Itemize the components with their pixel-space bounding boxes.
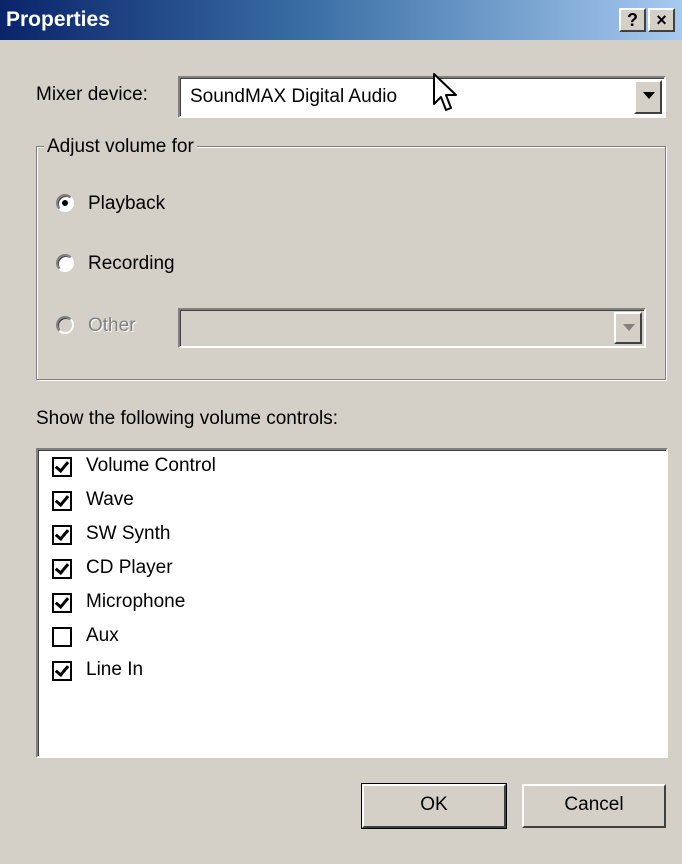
volume-controls-label: Show the following volume controls:: [36, 408, 339, 429]
other-device-select[interactable]: [178, 308, 646, 348]
list-item-label: Volume Control: [86, 455, 216, 476]
mixer-device-value: SoundMAX Digital Audio: [190, 86, 398, 107]
list-item-label: Aux: [86, 625, 119, 646]
other-device-dropdown-button[interactable]: [614, 312, 642, 344]
line-in-checkbox[interactable]: [52, 661, 72, 681]
mouse-cursor-icon: [433, 73, 457, 111]
chevron-down-icon: [623, 324, 635, 331]
aux-checkbox[interactable]: [52, 627, 72, 647]
list-item-label: CD Player: [86, 557, 173, 578]
mixer-device-label: Mixer device:: [36, 84, 148, 105]
cancel-button[interactable]: Cancel: [522, 784, 666, 828]
playback-radio[interactable]: [56, 194, 74, 212]
other-label: Other: [88, 315, 136, 336]
recording-label[interactable]: Recording: [88, 253, 175, 275]
help-button[interactable]: ?: [619, 8, 646, 32]
wave-checkbox[interactable]: [52, 491, 72, 511]
list-item-label: Line In: [86, 659, 144, 680]
volume-control-checkbox[interactable]: [52, 457, 72, 477]
sw-synth-checkbox[interactable]: [52, 525, 72, 545]
playback-label[interactable]: Playback: [88, 193, 165, 215]
window-title: Properties: [6, 8, 110, 31]
mixer-device-select[interactable]: SoundMAX Digital Audio: [178, 76, 666, 118]
close-icon: ×: [656, 10, 667, 30]
ok-button[interactable]: OK: [361, 783, 507, 829]
other-radio[interactable]: [56, 316, 74, 334]
list-item-label: SW Synth: [86, 523, 171, 544]
cd-player-checkbox[interactable]: [52, 559, 72, 579]
microphone-checkbox[interactable]: [52, 593, 72, 613]
help-icon: ?: [627, 10, 638, 30]
adjust-volume-legend: Adjust volume for: [44, 136, 197, 158]
recording-radio[interactable]: [56, 254, 74, 272]
close-button[interactable]: ×: [648, 8, 675, 32]
list-item-label: Microphone: [86, 591, 186, 612]
volume-controls-list[interactable]: Volume Control Wave SW Synth CD Player M…: [36, 448, 668, 758]
list-item-label: Wave: [86, 489, 134, 510]
chevron-down-icon: [643, 92, 655, 99]
mixer-device-dropdown-button[interactable]: [634, 80, 662, 114]
title-bar[interactable]: Properties ? ×: [0, 0, 682, 40]
